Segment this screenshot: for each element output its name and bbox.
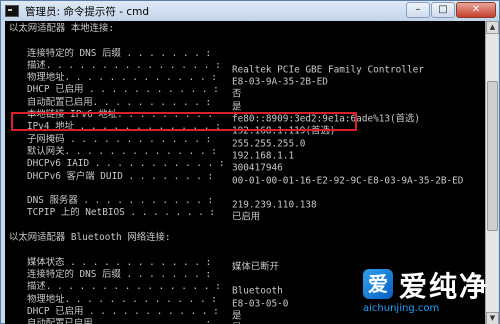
console-line: DNS 服务器 . . . . . . . . . . . :219.239.1… <box>9 195 485 210</box>
title-bar[interactable]: 管理员: 命令提示符 - cmd – □ ✕ <box>1 1 499 21</box>
console-line-label: 以太网适配器 Bluetooth 网络连接: <box>9 232 171 244</box>
console-line-label: 描述. . . . . . . . . . . . . . . : <box>27 281 221 293</box>
console-line-label: TCPIP 上的 NetBIOS . . . . . . . : <box>27 207 216 219</box>
cmd-app-icon <box>5 5 19 17</box>
console-line-label: DNS 服务器 . . . . . . . . . . . : <box>27 195 214 207</box>
console-line-label: 自动配置已启用. . . . . . . . . . : <box>27 318 212 324</box>
maximize-button[interactable]: □ <box>431 2 455 18</box>
window-title: 管理员: 命令提示符 - cmd <box>25 5 150 18</box>
console-line: 连接特定的 DNS 后缀 . . . . . . . : <box>9 48 485 60</box>
console-line: 以太网适配器 Bluetooth 网络连接: <box>9 232 485 244</box>
console-line: DHCPv6 客户端 DUID . . . . . . . : 00-01-00-… <box>9 170 485 186</box>
console-line-label: DHCP 已启用 . . . . . . . . . . . : <box>27 305 219 317</box>
console-line-value: 00-01-00-01-16-E2-92-9C-E8-03-9A-35-2B-E… <box>232 174 464 186</box>
cmd-window: 管理员: 命令提示符 - cmd – □ ✕ 以太网适配器 本地连接: 连接特定的… <box>0 0 500 324</box>
console-line-label: 物理地址. . . . . . . . . . . . . : <box>27 72 217 84</box>
console-line: 以太网适配器 本地连接: <box>9 23 485 35</box>
console-line-label: 连接特定的 DNS 后缀 . . . . . . . : <box>27 268 212 280</box>
console-line: TCPIP 上的 NetBIOS . . . . . . . : 已启用 <box>9 207 485 222</box>
console-line-label: 描述. . . . . . . . . . . . . . . : <box>27 59 221 71</box>
minimize-button[interactable]: – <box>406 2 430 18</box>
console-line-label: DHCP 已启用 . . . . . . . . . . . : <box>27 84 219 96</box>
console-line: 描述. . . . . . . . . . . . . . . : Realtek… <box>9 59 485 75</box>
console-line-label: 自动配置已启用. . . . . . . . . . : <box>27 96 212 108</box>
scroll-up-icon[interactable]: ▲ <box>486 21 499 34</box>
console-line: DHCPv6 IAID . . . . . . . . . . . :30041… <box>9 158 485 173</box>
console-line-label: DHCPv6 客户端 DUID . . . . . . . : <box>27 170 214 182</box>
watermark-logo-icon: 爱 <box>363 269 393 299</box>
scroll-thumb[interactable] <box>487 81 498 231</box>
console-line-label: 连接特定的 DNS 后缀 . . . . . . . : <box>27 47 212 59</box>
close-button[interactable]: ✕ <box>456 2 496 18</box>
console-line: 默认网关. . . . . . . . . . . . . :192.168.1… <box>9 145 485 161</box>
console-line-value: E8-03-9A-35-2B-ED <box>232 76 328 88</box>
console-line-label: DHCPv6 IAID . . . . . . . . . . . : <box>27 158 225 170</box>
console-line-label: 媒体状态 . . . . . . . . . . . . : <box>27 256 212 268</box>
console-line-value: 已启用 <box>232 211 261 223</box>
console-line: 子网掩码 . . . . . . . . . . . . :255.255.25… <box>9 133 485 149</box>
console-line-label: 子网掩码 . . . . . . . . . . . . : <box>27 133 212 145</box>
watermark: 爱 爱纯净 aichunjing.com <box>363 263 499 323</box>
console-line-label: 以太网适配器 本地连接: <box>9 23 115 34</box>
console-line-label: 物理地址. . . . . . . . . . . . . : <box>27 293 217 305</box>
watermark-text: 爱纯净 <box>399 270 490 303</box>
console-line: 自动配置已启用. . . . . . . . . . :是 <box>9 96 485 112</box>
ipv4-highlight-box <box>11 112 357 131</box>
window-controls: – □ ✕ <box>406 2 496 18</box>
watermark-url: aichunjing.com <box>363 303 440 314</box>
console-line-label: 默认网关. . . . . . . . . . . . . : <box>27 145 217 157</box>
console-line-value: 媒体已断开 <box>232 260 279 272</box>
